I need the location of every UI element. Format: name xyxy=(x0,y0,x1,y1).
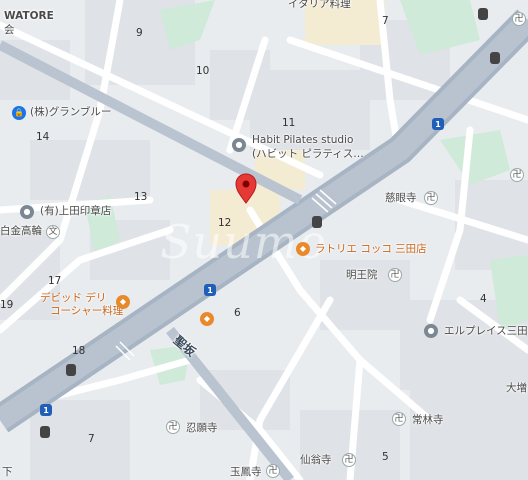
block-number: 7 xyxy=(382,15,389,27)
block-number: 14 xyxy=(36,131,50,143)
temple-sensoji-icon[interactable]: 卍 xyxy=(342,453,356,467)
temple-ninganji-icon[interactable]: 卍 xyxy=(166,420,180,434)
lock-icon[interactable]: 🔒 xyxy=(12,106,26,120)
label-myooin[interactable]: 明王院 xyxy=(346,269,378,281)
block-number: 5 xyxy=(382,451,389,463)
block-number: 17 xyxy=(48,275,62,287)
block-number: 18 xyxy=(72,345,86,357)
label-grandblue[interactable]: (株)グランブルー xyxy=(30,106,111,118)
label-gyokuhoji[interactable]: 玉鳳寺 xyxy=(230,466,262,478)
label-watore-sub: 会 xyxy=(4,24,15,36)
label-osaka: 大増 xyxy=(506,382,527,394)
temple-jigenji-icon[interactable]: 卍 xyxy=(424,191,438,205)
temple-gyokuhoji-icon[interactable]: 卍 xyxy=(266,464,280,478)
block-number: 6 xyxy=(234,307,241,319)
temple-right-icon[interactable]: 卍 xyxy=(510,168,524,182)
block-number: 19 xyxy=(0,299,14,311)
bus-stop-icon[interactable] xyxy=(40,426,50,438)
pin-ueda-icon[interactable]: ● xyxy=(20,205,34,219)
label-jigenji[interactable]: 慈眼寺 xyxy=(385,192,417,204)
bus-stop-icon[interactable] xyxy=(66,364,76,376)
label-elplace[interactable]: エルプレイス三田 xyxy=(444,325,528,337)
label-habit-1[interactable]: Habit Pilates studio xyxy=(252,134,353,146)
label-ueda[interactable]: (有)上田印章店 xyxy=(40,205,111,217)
pin-elplace-icon[interactable]: ● xyxy=(424,324,438,338)
block-number: 12 xyxy=(218,217,232,229)
label-shirokane: 白金高輪 xyxy=(0,225,42,237)
route-marker[interactable]: 1 xyxy=(204,284,216,296)
label-ninganji[interactable]: 忍願寺 xyxy=(186,422,218,434)
label-habit-2[interactable]: (ハビット ピラティス… xyxy=(252,148,364,160)
bus-stop-icon[interactable] xyxy=(478,8,488,20)
block-number: 13 xyxy=(134,191,148,203)
block-number: 10 xyxy=(196,65,210,77)
school-icon[interactable]: 文 xyxy=(46,225,60,239)
block-number: 4 xyxy=(480,293,487,305)
restaurant-avenue-icon[interactable]: ◆ xyxy=(200,312,214,326)
block-number: 7 xyxy=(88,433,95,445)
label-devid-1[interactable]: デビッド デリ xyxy=(40,292,106,304)
bus-stop-icon[interactable] xyxy=(490,52,500,64)
temple-jorinji-icon[interactable]: 卍 xyxy=(392,412,406,426)
block-number: 9 xyxy=(136,27,143,39)
route-marker[interactable]: 1 xyxy=(432,118,444,130)
route-marker[interactable]: 1 xyxy=(40,404,52,416)
pin-habit-icon[interactable]: ● xyxy=(232,138,246,152)
label-jorinji[interactable]: 常林寺 xyxy=(412,414,444,426)
temple-topright-icon[interactable]: 卍 xyxy=(512,12,526,26)
label-sensoji[interactable]: 仙翁寺 xyxy=(300,454,332,466)
bus-stop-icon[interactable] xyxy=(312,216,322,228)
label-italia: イタリア料理 xyxy=(288,0,351,10)
label-shita: 下 xyxy=(2,466,13,478)
restaurant-icon[interactable]: ◆ xyxy=(116,295,130,309)
temple-myooin-icon[interactable]: 卍 xyxy=(388,268,402,282)
label-devid-2[interactable]: コーシャー料理 xyxy=(50,305,123,317)
restaurant-trattoria-icon[interactable]: ◆ xyxy=(296,242,310,256)
block-number: 11 xyxy=(282,117,296,129)
label-watore: WATORE xyxy=(4,10,54,22)
label-trattoria[interactable]: ラトリエ コッコ 三田店 xyxy=(315,243,427,255)
